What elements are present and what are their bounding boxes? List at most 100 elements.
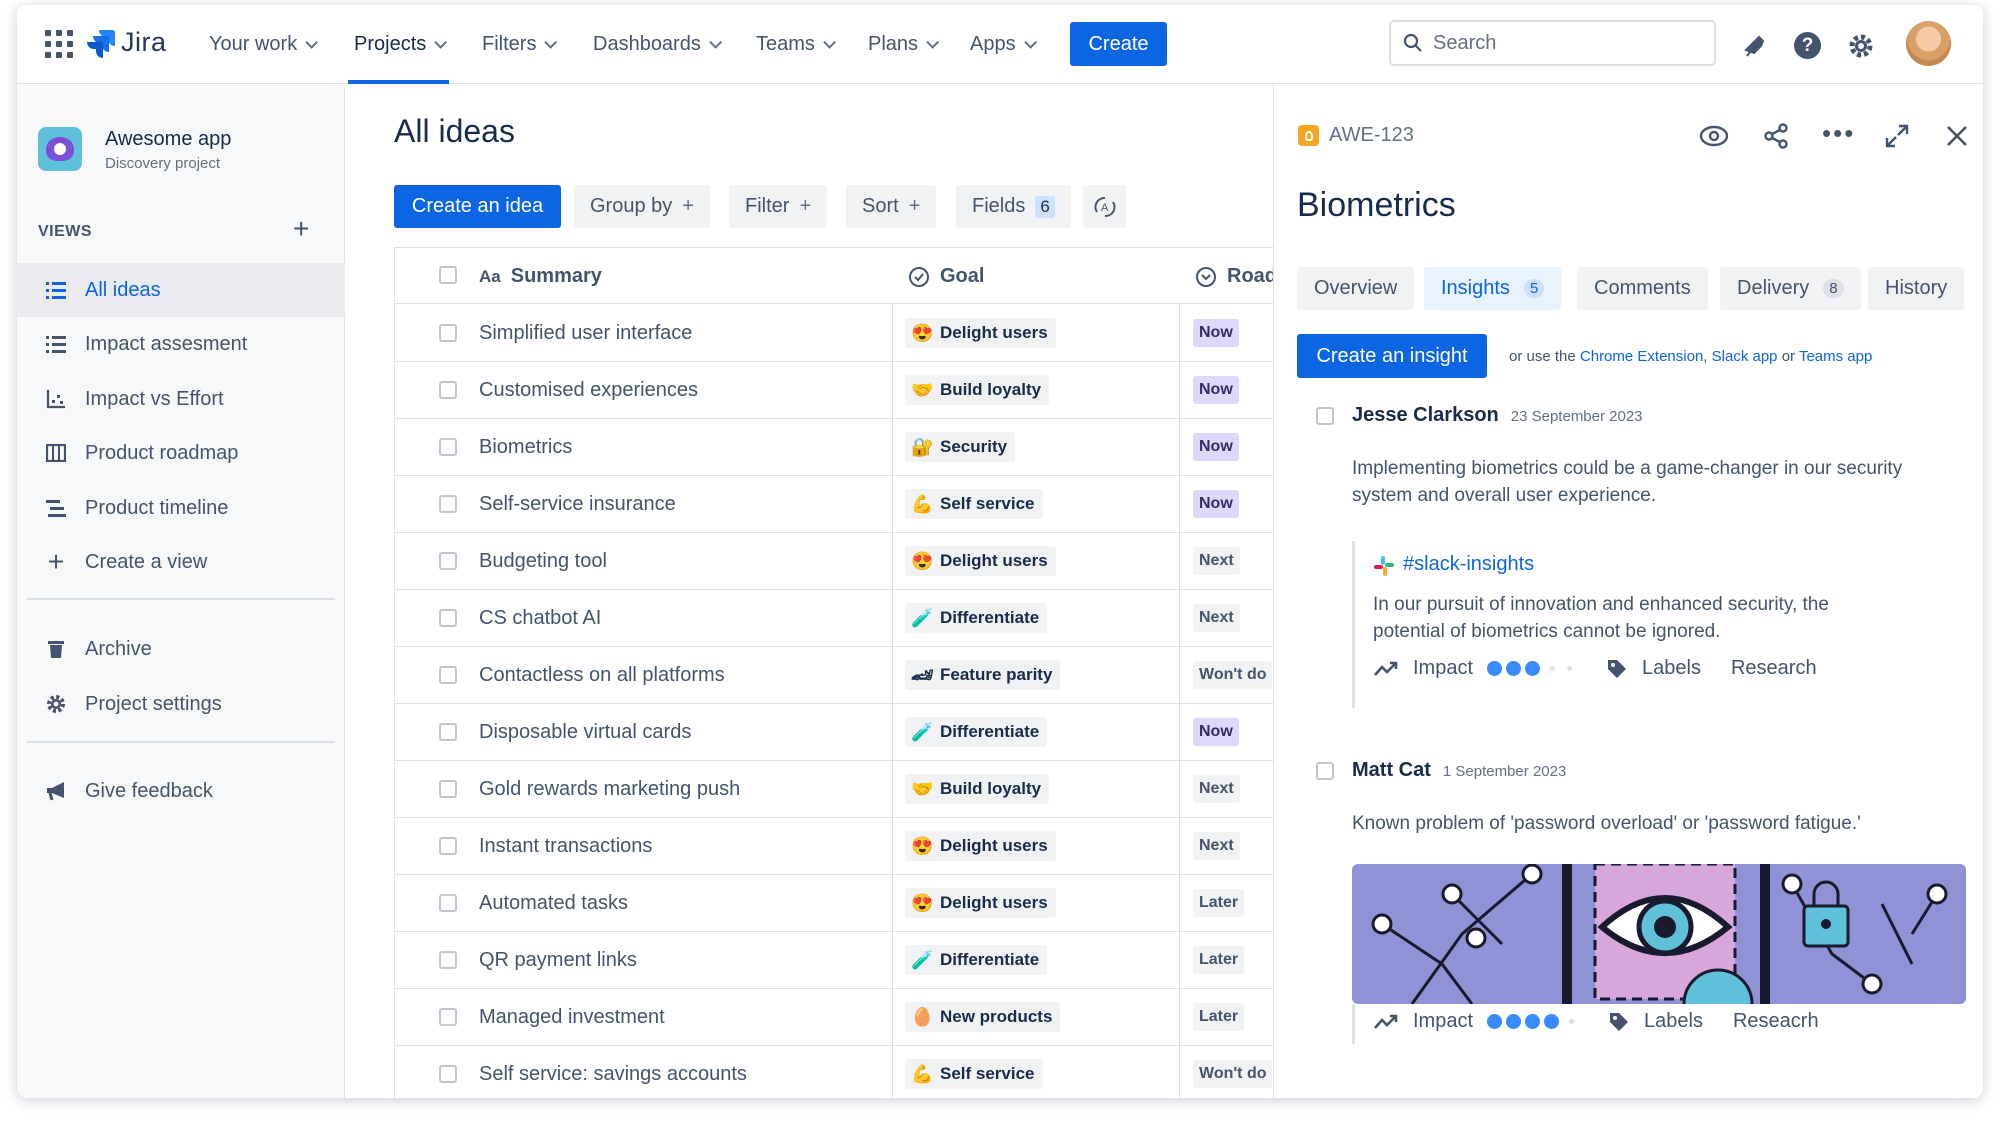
goal-badge[interactable]: 🧪 Differentiate (905, 717, 1048, 747)
select-all-checkbox[interactable] (439, 266, 457, 284)
roadmap-status-badge[interactable]: Next (1193, 832, 1240, 860)
row-checkbox[interactable] (439, 552, 457, 570)
sidebar-item-archive[interactable]: Archive (17, 622, 345, 676)
row-checkbox[interactable] (439, 666, 457, 684)
chrome-extension-link[interactable]: Chrome Extension (1580, 348, 1703, 365)
roadmap-status-badge[interactable]: Next (1193, 604, 1240, 632)
project-name[interactable]: Awesome app (105, 128, 231, 151)
nav-apps[interactable]: Apps (970, 5, 1037, 84)
search-input[interactable]: Search (1389, 20, 1716, 66)
row-checkbox[interactable] (439, 951, 457, 969)
nav-projects[interactable]: Projects (348, 5, 450, 84)
roadmap-status-badge[interactable]: Now (1193, 433, 1239, 461)
nav-dashboards[interactable]: Dashboards (593, 5, 722, 84)
roadmap-status-badge[interactable]: Later (1193, 946, 1245, 974)
idea-summary[interactable]: Biometrics (479, 419, 572, 476)
insight-checkbox[interactable] (1316, 762, 1334, 780)
table-row[interactable]: Biometrics 🔐 Security Now (395, 419, 1291, 476)
notifications-icon[interactable] (1741, 32, 1767, 58)
nav-your-work[interactable]: Your work (209, 5, 319, 84)
idea-summary[interactable]: Instant transactions (479, 818, 652, 875)
label-tag[interactable]: Reseacrh (1733, 1010, 1819, 1033)
row-checkbox[interactable] (439, 723, 457, 741)
roadmap-status-badge[interactable]: Later (1193, 889, 1245, 917)
goal-column-header[interactable]: Goal (908, 248, 984, 305)
summary-column-header[interactable]: Aa Summary (479, 248, 602, 305)
impact-rating[interactable] (1487, 661, 1578, 676)
goal-badge[interactable]: 💪 Self service (905, 489, 1043, 519)
slack-channel-link[interactable]: #slack-insights (1403, 553, 1534, 576)
table-row[interactable]: Contactless on all platforms 🏎 Feature par… (395, 647, 1291, 704)
sidebar-item-all-ideas[interactable]: All ideas (17, 263, 345, 317)
user-avatar[interactable] (1906, 21, 1951, 66)
idea-summary[interactable]: Disposable virtual cards (479, 704, 691, 761)
idea-summary[interactable]: Self service: savings accounts (479, 1046, 747, 1098)
close-icon[interactable] (1946, 125, 1968, 147)
table-row[interactable]: Gold rewards marketing push 🤝 Build loyalt… (395, 761, 1291, 818)
app-switcher-icon[interactable] (45, 30, 73, 58)
create-button[interactable]: Create (1070, 22, 1167, 66)
row-checkbox[interactable] (439, 609, 457, 627)
idea-summary[interactable]: Gold rewards marketing push (479, 761, 740, 818)
roadmap-status-badge[interactable]: Later (1193, 1003, 1245, 1031)
sidebar-item-product-roadmap[interactable]: Product roadmap (17, 426, 345, 480)
add-view-plus-icon[interactable]: + (293, 215, 309, 243)
table-row[interactable]: Self service: savings accounts 💪 Self serv… (395, 1046, 1291, 1098)
table-row[interactable]: Self-service insurance 💪 Self service Now (395, 476, 1291, 533)
impact-rating[interactable] (1487, 1014, 1580, 1029)
idea-summary[interactable]: CS chatbot AI (479, 590, 601, 647)
idea-summary[interactable]: Managed investment (479, 989, 665, 1046)
table-row[interactable]: Disposable virtual cards 🧪 Differentiate No… (395, 704, 1291, 761)
idea-summary[interactable]: Customised experiences (479, 362, 698, 419)
table-row[interactable]: Budgeting tool 😍 Delight users Next (395, 533, 1291, 590)
idea-summary[interactable]: Contactless on all platforms (479, 647, 725, 704)
roadmap-status-badge[interactable]: Now (1193, 490, 1239, 518)
sidebar-item-product-timeline[interactable]: Product timeline (17, 481, 345, 535)
create-idea-button[interactable]: Create an idea (394, 185, 561, 228)
goal-badge[interactable]: 😍 Delight users (905, 318, 1056, 348)
roadmap-status-badge[interactable]: Won't do (1193, 1060, 1273, 1088)
create-insight-button[interactable]: Create an insight (1297, 334, 1487, 378)
goal-badge[interactable]: 🥚 New products (905, 1002, 1061, 1032)
idea-summary[interactable]: Budgeting tool (479, 533, 607, 590)
fields-button[interactable]: Fields 6 (956, 185, 1071, 228)
roadmap-status-badge[interactable]: Next (1193, 775, 1240, 803)
row-checkbox[interactable] (439, 1008, 457, 1026)
roadmap-status-badge[interactable]: Now (1193, 319, 1239, 347)
sidebar-item-create-view[interactable]: + Create a view (17, 535, 345, 589)
goal-badge[interactable]: 🤝 Build loyalty (905, 774, 1050, 804)
nav-teams[interactable]: Teams (756, 5, 836, 84)
idea-summary[interactable]: Self-service insurance (479, 476, 676, 533)
goal-badge[interactable]: 🧪 Differentiate (905, 945, 1048, 975)
sort-button[interactable]: Sort + (846, 185, 937, 228)
roadmap-status-badge[interactable]: Now (1193, 376, 1239, 404)
table-row[interactable]: Simplified user interface 😍 Delight users N… (395, 305, 1291, 362)
label-tag[interactable]: Research (1731, 657, 1817, 680)
goal-badge[interactable]: 🤝 Build loyalty (905, 375, 1050, 405)
row-checkbox[interactable] (439, 495, 457, 513)
idea-summary[interactable]: Automated tasks (479, 875, 628, 932)
slack-app-link[interactable]: Slack app (1712, 348, 1778, 365)
jira-logo[interactable]: Jira (85, 27, 167, 58)
roadmap-status-badge[interactable]: Now (1193, 718, 1239, 746)
nav-filters[interactable]: Filters (482, 5, 558, 84)
table-row[interactable]: Automated tasks 😍 Delight users Later (395, 875, 1291, 932)
more-options-icon[interactable]: ••• (1822, 120, 1855, 146)
row-checkbox[interactable] (439, 894, 457, 912)
teams-app-link[interactable]: Teams app (1799, 348, 1872, 365)
tab-delivery[interactable]: Delivery 8 (1720, 267, 1861, 310)
row-checkbox[interactable] (439, 324, 457, 342)
goal-badge[interactable]: 🔐 Security (905, 432, 1016, 462)
row-checkbox[interactable] (439, 1065, 457, 1083)
group-by-button[interactable]: Group by + (574, 185, 710, 228)
table-row[interactable]: Instant transactions 😍 Delight users Next (395, 818, 1291, 875)
sidebar-item-project-settings[interactable]: Project settings (17, 677, 345, 731)
settings-gear-icon[interactable] (1847, 32, 1875, 60)
table-row[interactable]: CS chatbot AI 🧪 Differentiate Next (395, 590, 1291, 647)
idea-summary[interactable]: QR payment links (479, 932, 637, 989)
sidebar-item-impact-vs-effort[interactable]: Impact vs Effort (17, 372, 345, 426)
row-checkbox[interactable] (439, 837, 457, 855)
row-checkbox[interactable] (439, 438, 457, 456)
goal-badge[interactable]: 😍 Delight users (905, 888, 1056, 918)
goal-badge[interactable]: 😍 Delight users (905, 831, 1056, 861)
